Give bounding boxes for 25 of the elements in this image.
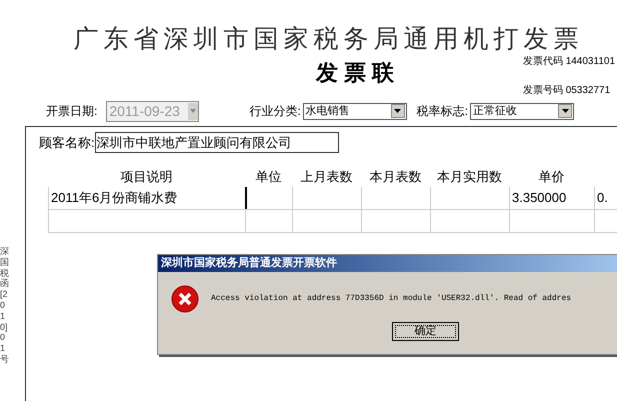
table-cell: 2011年6月份商铺水费 xyxy=(48,187,245,209)
column-header: 单价 xyxy=(538,168,564,186)
table-cell: 3.350000 xyxy=(509,187,594,209)
tax-label: 税率标志: xyxy=(416,103,468,120)
table-cell: 0. xyxy=(594,187,617,209)
column-header: 项目说明 xyxy=(120,168,172,186)
customer-label: 顾客名称: xyxy=(39,134,95,152)
column-header: 本月实用数 xyxy=(437,168,502,186)
invoice-title: 广东省深圳市国家税务局通用机打发票 xyxy=(74,24,584,54)
column-header: 上月表数 xyxy=(300,168,352,186)
invoice-code: 发票代码 144031101 xyxy=(522,55,615,69)
side-note: 深国税函[2010]01号 xyxy=(0,246,9,366)
customer-field[interactable]: 深圳市中联地产置业顾问有限公司 xyxy=(94,132,339,153)
dialog-title: 深圳市国家税务局普通发票开票软件 xyxy=(161,255,337,272)
column-header: 单位 xyxy=(256,168,282,186)
tax-select[interactable]: 正常征收 xyxy=(470,102,574,120)
industry-select[interactable]: 水电销售 xyxy=(302,102,407,120)
column-header: 本月表数 xyxy=(370,168,422,186)
ok-button[interactable]: 确定 xyxy=(392,322,459,341)
error-message: Access violation at address 77D3356D in module 'USER32.dll'. Read of addres xyxy=(211,293,572,305)
date-label: 开票日期: xyxy=(46,103,98,120)
invoice-copy-label: 发 票 联 xyxy=(316,60,394,86)
invoice-number: 发票号码 05332771 xyxy=(522,84,612,98)
error-icon xyxy=(171,285,199,313)
industry-label: 行业分类: xyxy=(249,103,301,120)
